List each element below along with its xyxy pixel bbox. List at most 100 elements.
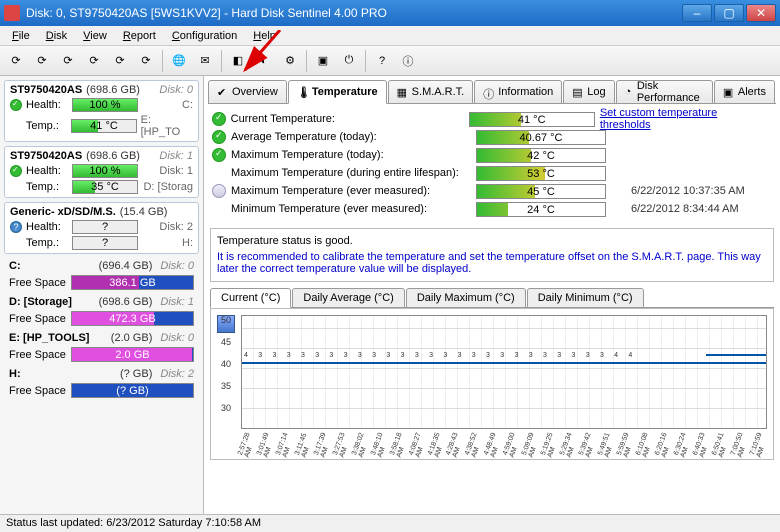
volume-disk: Disk: 0	[160, 332, 194, 344]
chart-x-tick: 3:01:49 AM	[256, 429, 278, 458]
volume-capacity: (696.4 GB)	[99, 260, 153, 272]
volume-drive: D: [Storage]	[9, 296, 72, 308]
menu-view[interactable]: View	[75, 28, 115, 44]
free-space-bar: 386.1 GB	[71, 275, 194, 290]
toolbar-smart-icon[interactable]: ▣	[311, 49, 335, 73]
free-space-label: Free Space	[9, 349, 71, 361]
chart-tab-max[interactable]: Daily Maximum (°C)	[406, 288, 526, 307]
temp-label: Temp.:	[26, 181, 68, 193]
tab-smart[interactable]: ▦S.M.A.R.T.	[388, 80, 474, 103]
chart-tab-current[interactable]: Current (°C)	[210, 288, 291, 308]
volume-capacity: (2.0 GB)	[111, 332, 153, 344]
question-icon: ?	[10, 221, 22, 233]
statusbar: Status last updated: 6/23/2012 Saturday …	[0, 514, 780, 532]
chart-line	[242, 362, 766, 364]
status-box: Temperature status is good. It is recomm…	[210, 228, 774, 282]
ok-icon	[10, 165, 22, 177]
chart-tab-min[interactable]: Daily Minimum (°C)	[527, 288, 644, 307]
ok-icon	[212, 112, 226, 126]
titlebar: Disk: 0, ST9750420AS [5WS1KVV2] - Hard D…	[0, 0, 780, 26]
disk-name: Generic- xD/SD/M.S.	[10, 206, 116, 218]
temp-row-label: Maximum Temperature (ever measured):	[231, 185, 471, 197]
toolbar-btn-4[interactable]: ⟳	[82, 49, 106, 73]
chart-plot: 4 3 3 3 3 3 3 3 3 3 3 3 3 3 3 3 3 3 3 3 …	[241, 315, 767, 429]
chart-y-tick: 45	[221, 337, 231, 347]
chart-y-tick: 50	[221, 315, 231, 325]
temp-row: Current Temperature:41 °CSet custom temp…	[212, 110, 772, 128]
disk-panel[interactable]: Generic- xD/SD/M.S. (15.4 GB) ?Health:?D…	[4, 202, 199, 254]
toolbar-btn-3[interactable]: ⟳	[56, 49, 80, 73]
tab-performance[interactable]: ◔Disk Performance	[616, 80, 713, 103]
menu-configuration[interactable]: Configuration	[164, 28, 245, 44]
free-space-bar: (? GB)	[71, 383, 194, 398]
disk-extra2: D: [Storag	[143, 181, 193, 193]
volume-row[interactable]: Free Space386.1 GB	[4, 274, 199, 294]
chart-x-tick: 4:59:00 AM	[502, 429, 524, 458]
disk-panel[interactable]: ST9750420AS (698.6 GB)Disk: 1 Health:100…	[4, 146, 199, 198]
toolbar-test-icon[interactable]: ◧	[226, 49, 250, 73]
disk-panel[interactable]: ST9750420AS (698.6 GB)Disk: 0 Health:100…	[4, 80, 199, 142]
temp-row-label: Maximum Temperature (during entire lifes…	[231, 167, 471, 179]
toolbar-mail-icon[interactable]: ✉	[193, 49, 217, 73]
alert-icon: ▣	[723, 86, 735, 98]
maximize-button[interactable]: ▢	[714, 4, 744, 22]
toolbar-power-icon[interactable]: ⏻	[337, 49, 361, 73]
menu-help[interactable]: Help	[245, 28, 284, 44]
volume-capacity: (698.6 GB)	[99, 296, 153, 308]
tab-alerts[interactable]: ▣Alerts	[714, 80, 775, 103]
tab-overview[interactable]: ✔Overview	[208, 80, 287, 103]
chart-x-tick: 3:07:14 AM	[275, 429, 297, 458]
menu-report[interactable]: Report	[115, 28, 164, 44]
tab-temperature[interactable]: 🌡Temperature	[288, 80, 387, 104]
toolbar: ⟳ ⟳ ⟳ ⟳ ⟳ ⟳ 🌐 ✉ ◧ ◐ ⚙ ▣ ⏻ ? ⓘ	[0, 46, 780, 76]
chart-y-tick: 30	[221, 403, 231, 413]
chart-x-tick: 5:19:25 AM	[540, 429, 562, 458]
close-button[interactable]: ✕	[746, 4, 776, 22]
tab-information[interactable]: ⓘInformation	[474, 80, 562, 103]
main-tabs: ✔Overview 🌡Temperature ▦S.M.A.R.T. ⓘInfo…	[208, 80, 776, 104]
disk-capacity: (15.4 GB)	[120, 206, 168, 218]
free-space-label: Free Space	[9, 385, 71, 397]
disk-capacity: (698.6 GB)	[86, 84, 140, 96]
chart-tabs: Current (°C) Daily Average (°C) Daily Ma…	[210, 288, 774, 308]
temp-row: Minimum Temperature (ever measured):24 °…	[212, 200, 772, 218]
volume-capacity: (? GB)	[120, 368, 152, 380]
volume-disk: Disk: 1	[160, 296, 194, 308]
temp-gradient-bar: 40.67 °C	[476, 130, 606, 145]
tab-log[interactable]: ▤Log	[563, 80, 614, 103]
toolbar-btn-2[interactable]: ⟳	[30, 49, 54, 73]
volume-disk: Disk: 2	[160, 368, 194, 380]
health-label: Health:	[26, 99, 68, 111]
content-area: ✔Overview 🌡Temperature ▦S.M.A.R.T. ⓘInfo…	[204, 76, 780, 514]
toolbar-btn-1[interactable]: ⟳	[4, 49, 28, 73]
toolbar-about-icon[interactable]: ⓘ	[396, 49, 420, 73]
chart-point-labels: 4 3 3 3 3 3 3 3 3 3 3 3 3 3 3 3 3 3 3 3 …	[244, 352, 764, 359]
toolbar-help-icon[interactable]: ?	[370, 49, 394, 73]
minimize-button[interactable]: –	[682, 4, 712, 22]
menu-file[interactable]: FFileile	[4, 28, 38, 44]
volume-row[interactable]: Free Space(? GB)	[4, 382, 199, 402]
log-icon: ▤	[572, 86, 584, 98]
volume-row[interactable]: Free Space2.0 GB	[4, 346, 199, 366]
toolbar-globe-icon[interactable]: 🌐	[167, 49, 191, 73]
chart-tab-avg[interactable]: Daily Average (°C)	[292, 288, 404, 307]
toolbar-info-icon[interactable]: ◐	[252, 49, 276, 73]
chart-x-tick: 5:49:51 AM	[597, 429, 619, 458]
menu-disk[interactable]: Disk	[38, 28, 75, 44]
disk-extra: Disk: 2	[159, 221, 193, 233]
toolbar-btn-6[interactable]: ⟳	[134, 49, 158, 73]
disk-extra2: H:	[182, 237, 193, 249]
custom-thresholds-link[interactable]: Set custom temperature thresholds	[600, 107, 766, 131]
volume-header: C:(696.4 GB)Disk: 0	[4, 258, 199, 274]
ok-icon	[10, 99, 22, 111]
volume-drive: C:	[9, 260, 21, 272]
toolbar-gear-icon[interactable]: ⚙	[278, 49, 302, 73]
free-space-label: Free Space	[9, 277, 71, 289]
temp-gradient-bar: 41 °C	[469, 112, 595, 127]
info-icon: ⓘ	[483, 86, 495, 98]
chart-area: 3035404550 4 3 3 3 3 3 3 3 3 3 3 3 3 3 3…	[210, 308, 774, 460]
volume-row[interactable]: Free Space472.3 GB	[4, 310, 199, 330]
temp-row: Maximum Temperature (during entire lifes…	[212, 164, 772, 182]
toolbar-btn-5[interactable]: ⟳	[108, 49, 132, 73]
chart-line-end	[706, 354, 766, 356]
